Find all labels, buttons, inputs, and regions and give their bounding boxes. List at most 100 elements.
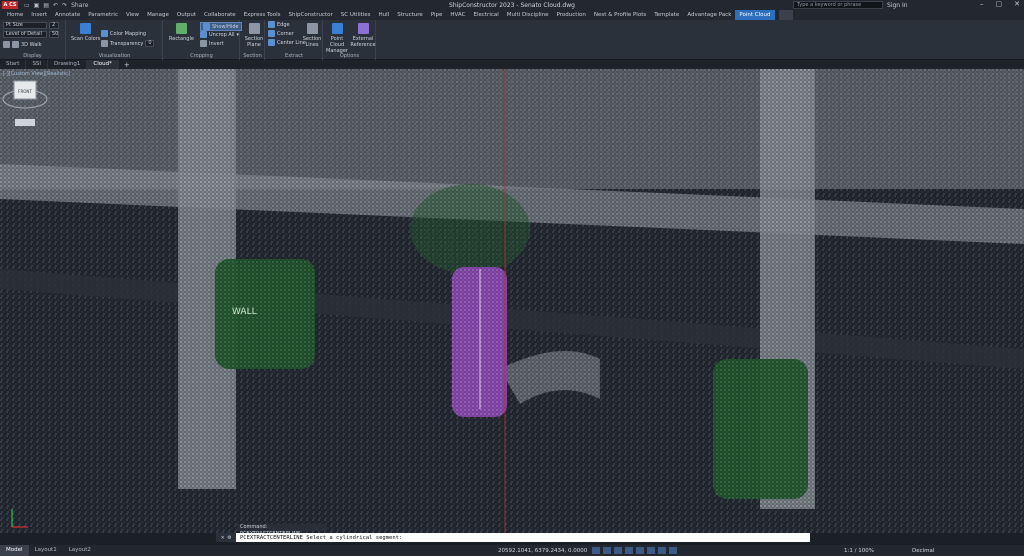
ribbon-tab[interactable]: Production <box>553 10 590 20</box>
ribbon-tab[interactable]: HVAC <box>446 10 469 20</box>
ribbon-tab[interactable]: Point Cloud <box>735 10 775 20</box>
scan-colors-icon <box>80 23 92 34</box>
invert-label: Invert <box>209 40 224 47</box>
ribbon-tab[interactable]: Multi Discipline <box>503 10 553 20</box>
section-lines-label: Section Lines <box>302 36 322 48</box>
app-logo[interactable]: A CS <box>2 1 18 9</box>
share-button[interactable]: Share <box>71 2 88 9</box>
status-bar: Model Layout1 Layout2 20592.1041, 6379.243… <box>0 545 1024 556</box>
ribbon-tab[interactable]: Home <box>3 10 27 20</box>
ribbon-tab[interactable]: Express Tools <box>240 10 285 20</box>
manager-icon <box>331 23 343 34</box>
command-prompt[interactable]: PCEXTRACTCENTERLINE Select a cylindrical… <box>236 535 402 541</box>
ribbon-tab[interactable]: Output <box>173 10 200 20</box>
rectangle-crop-button[interactable]: Rectangle <box>169 23 194 42</box>
grid-icon[interactable] <box>592 547 600 554</box>
ribbon-tab[interactable]: Template <box>650 10 683 20</box>
drawing-viewport[interactable]: WALL [-][Custom View][Realistic] FRONT <box>0 69 1024 533</box>
new-tab-button[interactable]: + <box>119 61 135 69</box>
rectangle-label: Rectangle <box>169 36 194 42</box>
edge-button[interactable]: Edge <box>268 21 290 28</box>
ribbon-tab-bar: Home Insert Annotate Parametric View Manage Ou… <box>0 10 1024 20</box>
lod-value[interactable]: 50 <box>49 31 59 38</box>
uncrop-all-button[interactable]: Uncrop All ▾ <box>200 31 239 38</box>
3d-walk-label: 3D Walk <box>21 41 42 48</box>
chevron-down-icon[interactable]: ▾ <box>237 32 240 38</box>
command-line[interactable]: ✕ ⚙ PCEXTRACTCENTERLINE Select a cylindr… <box>216 533 810 542</box>
ribbon-tab[interactable]: Parametric <box>84 10 122 20</box>
transparency-value[interactable]: 0 <box>145 40 155 47</box>
display-group: Pt Size 2 Level of Detail 50 3D Walk Dis… <box>0 20 66 60</box>
ribbon-tab[interactable]: Hull <box>375 10 394 20</box>
ribbon-tab[interactable]: Advantage Pack <box>683 10 735 20</box>
undo-icon[interactable]: ↶ <box>53 2 58 9</box>
selected-cylinder[interactable] <box>452 267 507 417</box>
ribbon-tab[interactable]: ShipConstructor <box>284 10 336 20</box>
ribbon-tab[interactable]: View <box>122 10 143 20</box>
ribbon-tab[interactable]: Pipe <box>427 10 447 20</box>
polar-icon[interactable] <box>625 547 633 554</box>
layout-tabs: Model Layout1 Layout2 <box>0 545 97 556</box>
ribbon-tab[interactable]: Insert <box>27 10 51 20</box>
uncrop-icon <box>200 31 207 38</box>
point-size-value[interactable]: 2 <box>49 22 59 29</box>
save-icon[interactable]: ▤ <box>43 2 49 9</box>
layout-tab[interactable]: Layout2 <box>63 545 97 556</box>
close-icon[interactable]: ✕ <box>221 534 225 541</box>
osnap-icon[interactable] <box>636 547 644 554</box>
point-cloud-manager-button[interactable]: Point Cloud Manager <box>325 23 349 54</box>
snap-icon[interactable] <box>603 547 611 554</box>
scan-colors-label: Scan Colors <box>71 36 101 42</box>
close-icon[interactable]: ✕ <box>1014 0 1020 8</box>
window-controls: – ▢ ✕ <box>980 0 1020 8</box>
visualization-group-title: Visualization <box>98 53 131 59</box>
3d-walk-button[interactable]: 3D Walk <box>3 41 42 48</box>
transparency-icon[interactable] <box>669 547 677 554</box>
ribbon-tab[interactable]: Collaborate <box>200 10 240 20</box>
show-hide-button[interactable]: Show/Hide <box>200 22 242 31</box>
otrack-icon[interactable] <box>647 547 655 554</box>
document-tab[interactable]: SSI <box>26 60 49 69</box>
redo-icon[interactable]: ↷ <box>62 2 67 9</box>
section-plane-button[interactable]: Section Plane <box>244 23 264 48</box>
ribbon-tab[interactable]: Manage <box>143 10 173 20</box>
transparency-label: Transparency <box>110 40 144 47</box>
color-mapping-button[interactable]: Color Mapping <box>101 30 146 37</box>
transparency-control[interactable]: Transparency 0 <box>101 40 155 47</box>
center-line-button[interactable]: Center Line <box>268 39 306 46</box>
ribbon-tab[interactable]: Electrical <box>469 10 502 20</box>
ortho-icon[interactable] <box>614 547 622 554</box>
document-tab[interactable]: Start <box>0 60 27 69</box>
ribbon-tab[interactable]: Annotate <box>51 10 84 20</box>
new-icon[interactable]: ▭ <box>24 2 30 9</box>
lod-control[interactable]: Level of Detail 50 <box>3 31 59 38</box>
invert-button[interactable]: Invert <box>200 40 224 47</box>
annotation-scale[interactable]: 1:1 / 100% <box>844 548 874 554</box>
maximize-icon[interactable]: ▢ <box>996 0 1003 8</box>
layout-tab[interactable]: Layout1 <box>29 545 63 556</box>
external-reference-button[interactable]: External Reference <box>350 23 376 48</box>
search-input[interactable]: Type a keyword or phrase <box>793 1 883 9</box>
corner-button[interactable]: Corner <box>268 30 294 37</box>
ribbon-tab[interactable]: Nest & Profile Plots <box>590 10 650 20</box>
minimize-icon[interactable]: – <box>980 0 984 8</box>
sign-in-button[interactable]: Sign In <box>887 2 908 9</box>
point-cloud-scene[interactable]: WALL <box>0 69 1024 533</box>
ribbon-tab-overflow[interactable] <box>778 10 793 20</box>
point-size-control[interactable]: Pt Size 2 <box>3 22 59 29</box>
layout-tab[interactable]: Model <box>0 545 29 556</box>
options-group: Point Cloud Manager External Reference O… <box>324 20 376 60</box>
lineweight-icon[interactable] <box>658 547 666 554</box>
scan-colors-button[interactable]: Scan Colors <box>71 23 100 42</box>
ribbon-tab[interactable]: Structure <box>393 10 427 20</box>
units-selector[interactable]: Decimal <box>912 548 934 554</box>
ribbon-tab[interactable]: SC Utilities <box>337 10 375 20</box>
section-group: Section Plane Section <box>241 20 265 60</box>
open-icon[interactable]: ▣ <box>34 2 40 9</box>
wrench-icon[interactable]: ⚙ <box>228 534 232 541</box>
document-tab[interactable]: Cloud* <box>87 60 119 69</box>
section-lines-button[interactable]: Section Lines <box>302 23 322 48</box>
viewcube-icon[interactable]: FRONT <box>0 69 50 139</box>
document-tab[interactable]: Drawing1 <box>48 60 88 69</box>
color-mapping-label: Color Mapping <box>110 30 147 37</box>
